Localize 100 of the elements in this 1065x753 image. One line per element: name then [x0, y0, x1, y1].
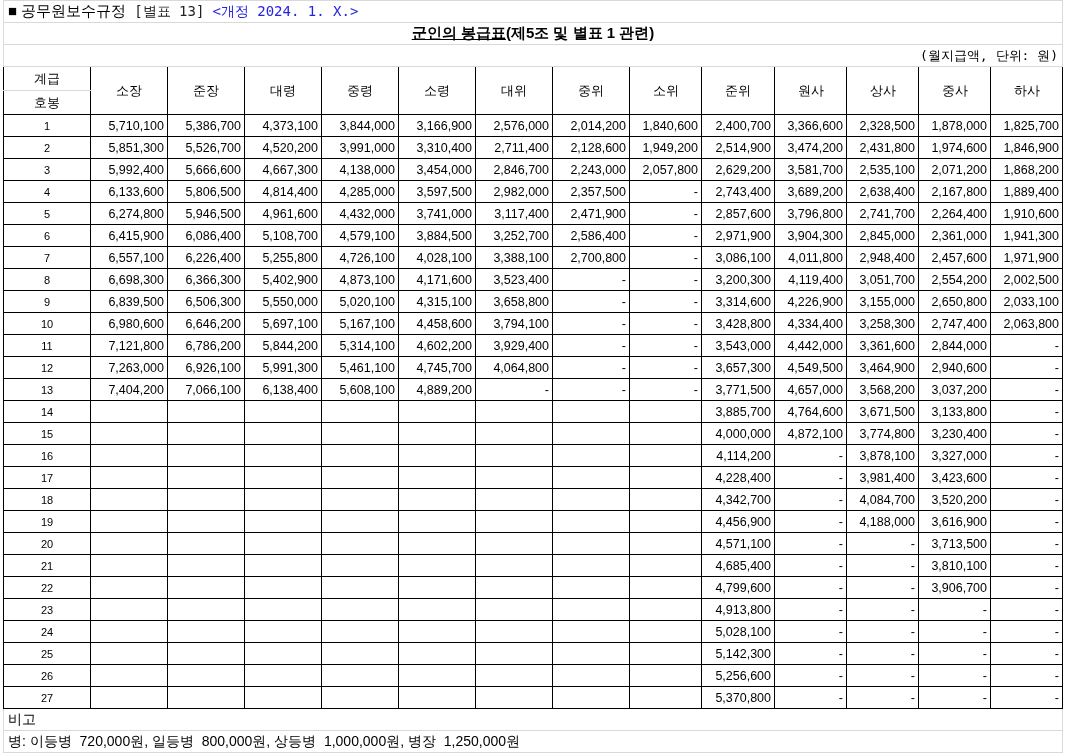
table-cell: - [846, 598, 919, 621]
row-header: 10 [3, 312, 91, 335]
table-cell: 2,982,000 [475, 180, 553, 203]
row-header: 14 [3, 400, 91, 423]
table-cell: - [990, 664, 1063, 687]
table-cell: 6,415,900 [90, 224, 168, 247]
table-cell: 2,063,800 [990, 312, 1063, 335]
row-header: 16 [3, 444, 91, 467]
table-cell: 4,285,000 [321, 180, 399, 203]
row-header: 12 [3, 356, 91, 379]
row-header: 21 [3, 554, 91, 577]
row-header: 9 [3, 290, 91, 313]
table-cell: 3,810,100 [918, 554, 991, 577]
column-header: 소위 [629, 66, 702, 115]
table-cell: 1,910,600 [990, 202, 1063, 225]
table-cell: 4,549,500 [774, 356, 847, 379]
table-cell: 6,506,300 [167, 290, 245, 313]
table-cell: 4,571,100 [701, 532, 775, 555]
table-cell: - [774, 576, 847, 599]
table-number: [별표 13] [134, 3, 205, 19]
column-header: 하사 [990, 66, 1063, 115]
table-cell: - [918, 642, 991, 665]
table-cell: - [990, 422, 1063, 445]
table-cell: 4,432,000 [321, 202, 399, 225]
column-header: 중사 [918, 66, 991, 115]
table-cell: 3,464,900 [846, 356, 919, 379]
table-cell: 3,906,700 [918, 576, 991, 599]
table-cell: - [846, 576, 919, 599]
row-header: 6 [3, 224, 91, 247]
table-cell: 3,904,300 [774, 224, 847, 247]
table-cell: 4,657,000 [774, 378, 847, 401]
table-cell: - [774, 466, 847, 489]
table-cell: - [774, 686, 847, 709]
table-cell: 4,799,600 [701, 576, 775, 599]
table-cell: - [990, 488, 1063, 511]
table-cell: - [990, 532, 1063, 555]
column-header: 준위 [701, 66, 775, 115]
table-cell: 3,878,100 [846, 444, 919, 467]
remarks-text: 병: 이등병 720,000원, 일등병 800,000원, 상등병 1,000,000원, 병장 1,250,000원 [8, 732, 520, 749]
table-cell: 5,370,800 [701, 686, 775, 709]
row-header: 19 [3, 510, 91, 533]
table-cell: - [918, 664, 991, 687]
table-cell: - [990, 334, 1063, 357]
table-cell: 6,274,800 [90, 202, 168, 225]
table-cell: 2,357,500 [552, 180, 630, 203]
table-cell: 4,764,600 [774, 400, 847, 423]
table-cell: 2,457,600 [918, 246, 991, 269]
remarks-label: 비고 [8, 710, 36, 727]
table-cell: - [990, 466, 1063, 489]
table-cell: - [846, 554, 919, 577]
table-cell: 5,851,300 [90, 136, 168, 159]
row-header: 5 [3, 202, 91, 225]
table-cell: 4,961,600 [244, 202, 322, 225]
table-cell: - [629, 312, 702, 335]
table-cell: 3,616,900 [918, 510, 991, 533]
table-cell: 2,535,100 [846, 158, 919, 181]
table-cell: - [774, 488, 847, 511]
table-cell: 3,454,000 [398, 158, 476, 181]
table-cell: - [774, 620, 847, 643]
row-header: 26 [3, 664, 91, 687]
table-cell: - [774, 664, 847, 687]
table-cell: 7,121,800 [90, 334, 168, 357]
table-cell: 6,926,100 [167, 356, 245, 379]
table-cell: 2,057,800 [629, 158, 702, 181]
table-cell: 2,002,500 [990, 268, 1063, 291]
table-cell: 4,745,700 [398, 356, 476, 379]
row-header: 1 [3, 114, 91, 137]
row-header: 11 [3, 334, 91, 357]
table-cell: 1,974,600 [918, 136, 991, 159]
table-cell: 6,698,300 [90, 268, 168, 291]
table-cell: 3,037,200 [918, 378, 991, 401]
table-cell: - [990, 510, 1063, 533]
table-cell: 6,138,400 [244, 378, 322, 401]
table-cell: 3,388,100 [475, 246, 553, 269]
table-cell: 3,086,100 [701, 246, 775, 269]
table-cell: 5,255,800 [244, 246, 322, 269]
table-cell: - [990, 554, 1063, 577]
table-cell: 3,474,200 [774, 136, 847, 159]
table-cell: 3,885,700 [701, 400, 775, 423]
row-header: 25 [3, 642, 91, 665]
table-cell: 3,155,000 [846, 290, 919, 313]
table-cell: 3,366,600 [774, 114, 847, 137]
table-cell: - [774, 510, 847, 533]
table-cell: 2,857,600 [701, 202, 775, 225]
table-cell: - [629, 224, 702, 247]
table-cell: - [774, 598, 847, 621]
table-cell: 4,814,400 [244, 180, 322, 203]
table-cell: - [990, 378, 1063, 401]
table-cell: 4,315,100 [398, 290, 476, 313]
row-header: 7 [3, 246, 91, 269]
row-header: 15 [3, 422, 91, 445]
table-cell: 2,128,600 [552, 136, 630, 159]
table-cell: 2,948,400 [846, 246, 919, 269]
table-cell: 3,230,400 [918, 422, 991, 445]
table-cell: - [629, 202, 702, 225]
table-cell: 3,597,500 [398, 180, 476, 203]
table-cell: 3,991,000 [321, 136, 399, 159]
table-cell: - [552, 290, 630, 313]
table-cell: - [918, 686, 991, 709]
column-header: 중위 [552, 66, 630, 115]
